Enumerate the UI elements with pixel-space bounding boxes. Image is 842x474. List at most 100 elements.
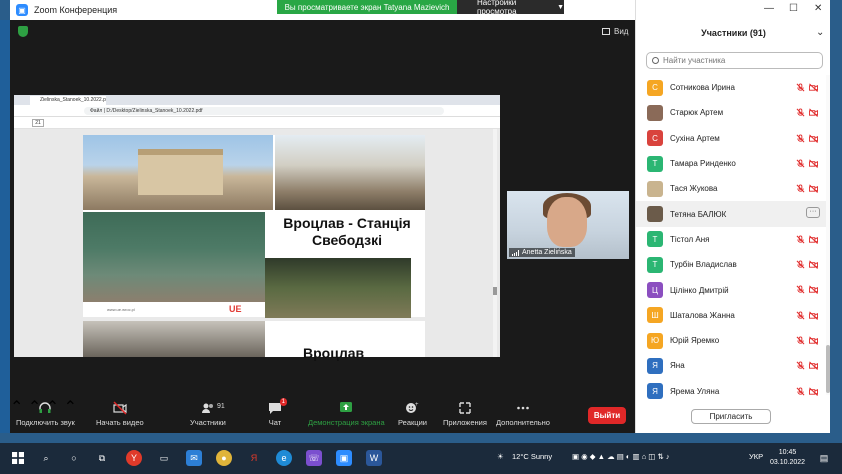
camera-off-icon: [809, 134, 818, 143]
participants-count: 91: [217, 403, 225, 410]
camera-off-icon: [809, 311, 818, 320]
address-url: D:/Desktop/Zielinska_Stanoek_10.2022.pdf: [106, 108, 203, 114]
notifications-icon[interactable]: ▤: [816, 450, 832, 466]
windows-taskbar: ⌕ ○ ⧉ Y ▭ ✉ ● Я e ☏ ▣ W ☀ 12°C Sunny ▣ ◉…: [0, 443, 842, 474]
word-icon[interactable]: W: [366, 450, 382, 466]
apps-label: Приложения: [443, 418, 487, 427]
participant-status-icons: [796, 184, 818, 194]
reactions-button[interactable]: + Реакции: [398, 401, 427, 427]
view-options-button[interactable]: Настройки просмотра ▼: [457, 0, 564, 16]
task-view-icon[interactable]: ⧉: [94, 450, 110, 466]
chat-icon: 1: [268, 398, 287, 415]
next-slide-photo: [83, 321, 265, 357]
slide-page: Вроцлав - Станція Свебодзкі www.ue.wroc.…: [83, 135, 425, 318]
participant-name: Тістол Аня: [670, 234, 710, 244]
participant-search-input[interactable]: [663, 56, 813, 65]
tray-icons[interactable]: ▣ ◉ ◆ ▲ ☁ ▤ ◐ ▥ ⌂ ◫ ⇅ ♪: [572, 452, 670, 461]
pdf-scrollbar[interactable]: [493, 129, 497, 357]
weather-icon[interactable]: ☀: [497, 452, 504, 461]
participant-list: С Сотникова Ирина Старюк Артем С Сухіна Арте…: [636, 75, 826, 404]
participant-row[interactable]: Ш Шаталова Жанна: [636, 303, 826, 328]
participant-row[interactable]: Ю Юрій Яремко: [636, 328, 826, 353]
weather-text[interactable]: 12°C Sunny: [512, 452, 552, 461]
avatar: Ц: [647, 282, 663, 299]
address-prefix: Файл: [90, 108, 103, 114]
taskbar-search-icon[interactable]: ⌕: [38, 450, 54, 466]
mic-muted-icon: [796, 134, 805, 143]
participant-name: Сотникова Ирина: [670, 83, 736, 93]
avatar: Я: [647, 357, 663, 374]
taskbar-clock[interactable]: 10:45 03.10.2022: [770, 448, 805, 468]
explorer-icon[interactable]: ▭: [156, 450, 172, 466]
participant-face: [547, 197, 587, 247]
participant-list-scrollbar[interactable]: [826, 75, 830, 395]
participant-more-button[interactable]: ···: [806, 207, 820, 219]
apps-button[interactable]: Приложения: [443, 401, 487, 427]
clock-date: 03.10.2022: [770, 459, 806, 466]
chat-button[interactable]: 1 Чат: [268, 398, 287, 427]
yandex-icon[interactable]: Я: [246, 450, 262, 466]
audio-label: Подключить звук: [16, 418, 75, 427]
cortana-icon[interactable]: ○: [66, 450, 82, 466]
signal-bars-icon: [512, 249, 519, 256]
screen-share-banner: Вы просматриваете экран Tatyana Mazievic…: [277, 0, 457, 14]
slide-title-line2: Свебодзкі: [311, 232, 383, 248]
participant-status-icons: [796, 311, 818, 320]
station-exterior-photo: [83, 135, 273, 210]
participant-search[interactable]: [646, 52, 823, 69]
camera-off-icon: [809, 108, 818, 118]
participant-row[interactable]: С Сотникова Ирина: [636, 75, 826, 100]
mail-icon[interactable]: ✉: [186, 450, 202, 466]
video-tile[interactable]: Anetta Zielińska: [507, 191, 629, 259]
browser-address-bar: Файл | D:/Desktop/Zielinska_Stanoek_10.2…: [14, 105, 500, 117]
mic-muted-icon: [796, 83, 805, 92]
chrome-icon[interactable]: ●: [216, 450, 232, 466]
avatar: Т: [647, 256, 663, 273]
participant-row[interactable]: С Сухіна Артем: [636, 126, 826, 151]
participant-row[interactable]: Т Тамара Ринденко: [636, 151, 826, 176]
zoom-taskbar-icon[interactable]: ▣: [336, 450, 352, 466]
participant-row[interactable]: Тася Жукова: [636, 176, 826, 201]
search-icon: [652, 57, 659, 64]
edge-icon[interactable]: e: [276, 450, 292, 466]
audio-button[interactable]: Подключить звук: [16, 401, 75, 427]
share-screen-button[interactable]: Демонстрация экрана: [308, 401, 385, 427]
window-title: Zoom Конференция: [34, 5, 118, 15]
video-off-icon: [113, 401, 127, 415]
minimize-icon[interactable]: —: [764, 3, 774, 14]
maximize-icon[interactable]: ☐: [789, 3, 798, 14]
participant-status-icons: [796, 387, 818, 396]
participant-row[interactable]: Ц Цілінко Дмитрій: [636, 277, 826, 302]
windows-start-icon[interactable]: [10, 450, 26, 466]
participant-name: Тетяна БАЛЮК: [670, 209, 727, 219]
participant-row[interactable]: Т Турбін Владислав: [636, 252, 826, 277]
video-participant-name: Anetta Zielińska: [522, 249, 572, 256]
participant-row[interactable]: Старюк Артем: [636, 100, 826, 125]
share-screen-label: Демонстрация экрана: [308, 418, 385, 427]
participant-row[interactable]: Тетяна БАЛЮК ···: [636, 201, 826, 227]
panel-collapse-icon[interactable]: ⌄: [816, 27, 824, 38]
video-button[interactable]: Начать видео: [96, 401, 144, 427]
mic-muted-icon: [796, 159, 805, 168]
university-logo-icon: UE: [229, 304, 242, 314]
participants-label: Участники: [190, 418, 226, 427]
viber-icon[interactable]: ☏: [306, 450, 322, 466]
invite-button[interactable]: Пригласить: [691, 409, 771, 424]
security-shield-icon[interactable]: [18, 26, 28, 37]
browser-tab: Zielinska_Stanoek_10.2022.pdf: [30, 96, 106, 105]
chat-badge: 1: [279, 398, 287, 406]
avatar: Ш: [647, 307, 663, 324]
yandex-browser-icon[interactable]: Y: [126, 450, 142, 466]
leave-button[interactable]: Выйти: [588, 407, 626, 424]
participant-row[interactable]: Я Ярема Уляна: [636, 379, 826, 404]
language-indicator[interactable]: УКР: [749, 452, 763, 461]
desktop: ▣ Zoom Конференция Вы просматриваете экр…: [0, 0, 842, 474]
more-button[interactable]: Дополнительно: [496, 401, 550, 427]
participant-name: Шаталова Жанна: [670, 310, 735, 320]
participant-name: Турбін Владислав: [670, 260, 737, 270]
participant-row[interactable]: Т Тістол Аня: [636, 227, 826, 252]
mic-muted-icon: [796, 235, 805, 244]
view-button[interactable]: Вид: [602, 27, 628, 36]
participant-row[interactable]: Я Яна: [636, 353, 826, 378]
close-window-icon[interactable]: ✕: [814, 3, 822, 14]
